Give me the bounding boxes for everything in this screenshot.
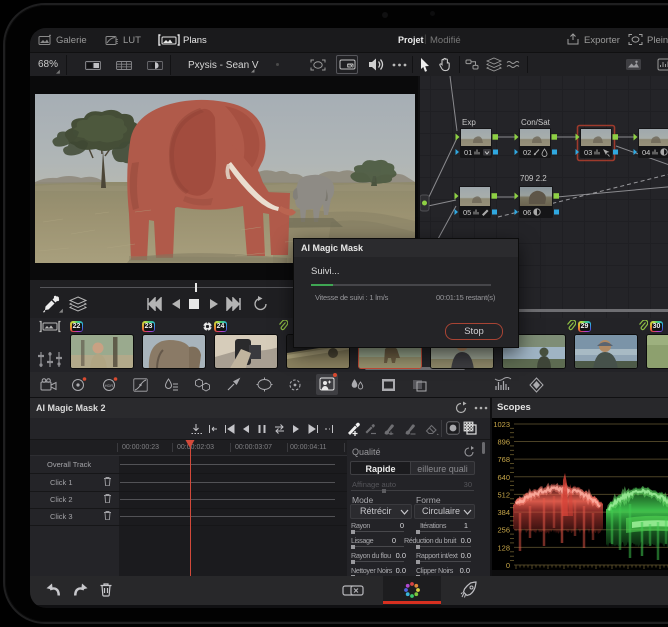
svg-text:640: 640 bbox=[497, 473, 510, 482]
svg-text:768: 768 bbox=[497, 455, 510, 464]
svg-text:896: 896 bbox=[497, 438, 510, 447]
svg-text:HDR: HDR bbox=[105, 383, 114, 388]
svg-text:384: 384 bbox=[497, 508, 510, 517]
svg-text:02: 02 bbox=[523, 148, 531, 157]
svg-text:06: 06 bbox=[523, 208, 531, 217]
svg-text:512: 512 bbox=[497, 490, 510, 499]
svg-text:04: 04 bbox=[642, 148, 650, 157]
svg-text:128: 128 bbox=[497, 543, 510, 552]
svg-text:0: 0 bbox=[506, 561, 510, 570]
svg-text:HQ: HQ bbox=[348, 64, 353, 68]
svg-text:709 2.2: 709 2.2 bbox=[520, 174, 547, 183]
svg-text:01: 01 bbox=[464, 148, 472, 157]
svg-text:256: 256 bbox=[497, 526, 510, 535]
svg-text:Con/Sat: Con/Sat bbox=[521, 118, 551, 127]
svg-text:05: 05 bbox=[463, 208, 471, 217]
svg-text:03: 03 bbox=[584, 148, 592, 157]
svg-text:1023: 1023 bbox=[493, 420, 510, 429]
svg-text:Exp: Exp bbox=[462, 118, 476, 127]
